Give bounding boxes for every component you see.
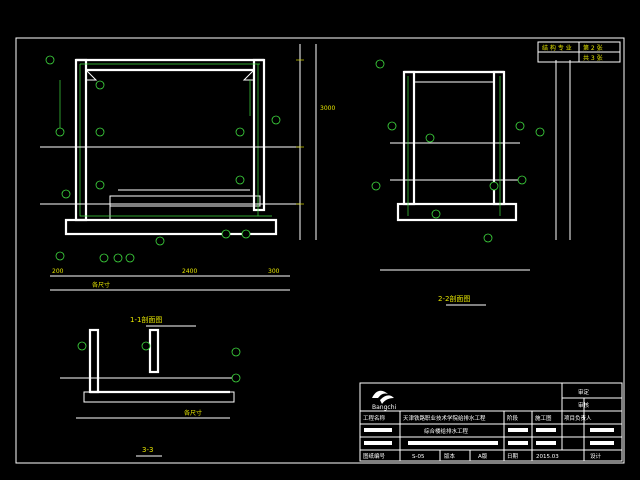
version-value: A版 bbox=[478, 452, 488, 460]
dim-3-3: 各尺寸 bbox=[184, 409, 202, 417]
version-label: 版本 bbox=[444, 452, 456, 460]
section-3-3: 各尺寸 3-3 bbox=[60, 328, 241, 457]
right-side-dim: 3000 bbox=[320, 105, 335, 112]
drawing-name-value: 综合楼给排水工程 bbox=[424, 427, 469, 435]
title-block: Bangchi 工程名称 天津铁路职业技术学院给排水工程 综合楼给排水工程 图纸… bbox=[359, 382, 623, 462]
dim-left: 200 bbox=[52, 268, 64, 275]
project-name-value: 天津铁路职业技术学院给排水工程 bbox=[403, 414, 486, 422]
section-3-3-title: 3-3 bbox=[142, 446, 153, 454]
right-wall bbox=[252, 58, 266, 212]
drawing-no-value: S-05 bbox=[412, 454, 425, 460]
section-1-1: 3000 200 2400 300 各尺寸 1-1剖面图 bbox=[40, 44, 335, 327]
cad-drawing-canvas: 3000 200 2400 300 各尺寸 1-1剖面图 2-2剖面图 各尺寸 … bbox=[0, 0, 640, 480]
base-slab-2 bbox=[396, 202, 518, 222]
design-label: 设计 bbox=[590, 452, 602, 460]
section-2-2: 2-2剖面图 bbox=[371, 59, 571, 306]
drawing-sheet: 3000 200 2400 300 各尺寸 1-1剖面图 2-2剖面图 各尺寸 … bbox=[15, 37, 625, 464]
stage-value: 施工图 bbox=[535, 414, 552, 422]
dim-mid: 2400 bbox=[182, 268, 197, 275]
top-cell: 结 构 专 业 bbox=[542, 44, 572, 52]
dim-bottom: 各尺寸 bbox=[92, 281, 110, 289]
wall-a bbox=[402, 70, 416, 206]
check-label: 审核 bbox=[578, 401, 590, 409]
sheet-total: 共 3 张 bbox=[583, 54, 603, 62]
dim-right: 300 bbox=[268, 268, 280, 275]
project-name-label: 工程名称 bbox=[363, 414, 386, 422]
date-label: 日期 bbox=[507, 453, 519, 460]
left-wall bbox=[74, 58, 88, 222]
sheet-index-block: 结 构 专 业 第 2 张 共 3 张 bbox=[537, 41, 621, 63]
date-value: 2015.03 bbox=[536, 454, 559, 460]
sheet-frame bbox=[15, 37, 625, 464]
stage-label: 阶段 bbox=[507, 414, 519, 422]
drawing-no-label: 图纸编号 bbox=[363, 452, 386, 460]
section-2-2-title: 2-2剖面图 bbox=[438, 294, 470, 303]
section-1-1-title: 1-1剖面图 bbox=[130, 315, 162, 324]
logo-text: Bangchi bbox=[372, 404, 397, 411]
approve-label: 审定 bbox=[578, 388, 590, 396]
company-logo bbox=[372, 390, 394, 404]
project-lead-label: 项目负责人 bbox=[564, 414, 592, 422]
sheet-no: 第 2 张 bbox=[583, 44, 603, 52]
